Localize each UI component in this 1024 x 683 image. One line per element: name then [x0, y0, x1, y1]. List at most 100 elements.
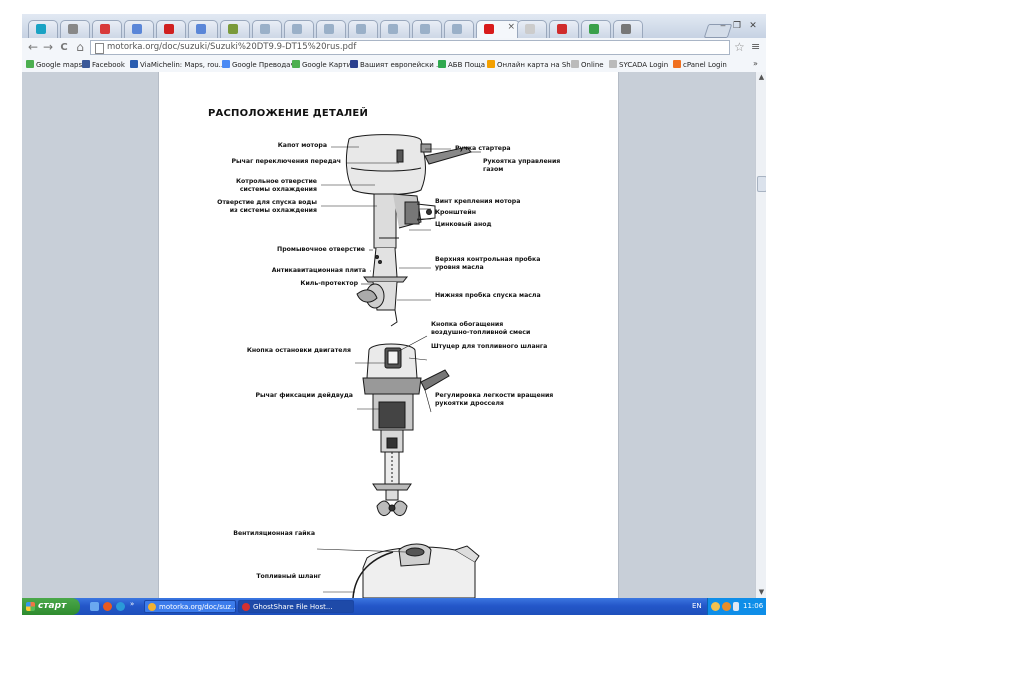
tray-security-icon[interactable] [722, 602, 731, 611]
label-stop-button: Кнопка остановки двигателя [246, 347, 351, 354]
browser-tab-9[interactable] [284, 20, 314, 38]
browser-tab-12[interactable] [380, 20, 410, 38]
bookmark-item[interactable]: Онлайн карта на Shell [487, 60, 579, 69]
tray-network-icon[interactable] [711, 602, 720, 611]
motor-rear-view [362, 343, 450, 516]
tab-favicon-icon [420, 24, 430, 34]
bookmarks-bar: Google maps Facebook ViaMichelin: Maps, ro… [22, 58, 766, 73]
browser-tab-10[interactable] [316, 20, 346, 38]
desktop-screen: × ‒ ❐ ✕ ← → C ⌂ motorka.org/doc/suzuki/Suzu… [22, 14, 766, 615]
language-indicator[interactable]: EN [692, 602, 702, 610]
start-label: старт [38, 601, 67, 611]
bookmark-item[interactable]: cPanel Login [673, 60, 727, 69]
tab-favicon-icon [36, 24, 46, 34]
ghostshare-icon [242, 603, 250, 611]
pdf-page: РАСПОЛОЖЕНИЕ ДЕТАЛЕЙ Капот мотора Рычаг … [158, 72, 619, 598]
bookmark-favicon-icon [350, 60, 358, 68]
browser-tab-2[interactable] [60, 20, 90, 38]
tab-favicon-icon [484, 24, 494, 34]
browser-tab-1[interactable] [28, 20, 58, 38]
tab-close-icon[interactable]: × [507, 22, 515, 32]
tab-favicon-icon [292, 24, 302, 34]
label-hood: Капот мотора [277, 142, 327, 149]
browser-tab-17[interactable] [549, 20, 579, 38]
label-tilt-lock-lever: Рычаг фиксации дейдвуда [255, 392, 353, 399]
tab-favicon-icon [324, 24, 334, 34]
quicklaunch-desktop-icon[interactable] [90, 602, 99, 611]
bookmark-label: ViaMichelin: Maps, rou... [140, 61, 226, 69]
label-cooling-check-hole: Котрольное отверстие системы охлаждения [235, 178, 317, 193]
browser-tab-8[interactable] [252, 20, 282, 38]
label-bracket: Кронштейн [435, 209, 476, 216]
bookmark-item[interactable]: Google Преводач [222, 60, 295, 69]
label-shift-lever: Рычаг переключения передач [231, 158, 341, 165]
browser-tab-11[interactable] [348, 20, 378, 38]
window-minimize-button[interactable]: ‒ [716, 20, 730, 32]
window-close-button[interactable]: ✕ [746, 20, 760, 32]
bookmark-favicon-icon [571, 60, 579, 68]
browser-tab-7[interactable] [220, 20, 250, 38]
bookmark-item[interactable]: Вашият европейски ... [350, 60, 443, 69]
browser-tab-5[interactable] [156, 20, 186, 38]
browser-tab-3[interactable] [92, 20, 122, 38]
scrollbar-thumb[interactable] [757, 176, 766, 192]
tab-strip: × ‒ ❐ ✕ [22, 14, 766, 38]
pdf-viewer: РАСПОЛОЖЕНИЕ ДЕТАЛЕЙ Капот мотора Рычаг … [22, 72, 766, 598]
browser-tab-4[interactable] [124, 20, 154, 38]
bookmarks-more-button[interactable]: » [753, 59, 758, 68]
tab-favicon-icon [621, 24, 631, 34]
scroll-up-icon[interactable]: ▲ [757, 73, 766, 81]
task-ghostshare[interactable]: GhostShare File Host... [238, 600, 354, 613]
label-cooling-drain-hole: Отверстие для спуска воды из системы охл… [217, 199, 317, 214]
label-clamp-screw: Винт крепления мотора [435, 198, 521, 205]
fuel-tank [352, 543, 480, 598]
bookmark-label: Google Карти [302, 61, 352, 69]
browser-tab-15[interactable]: × [476, 20, 520, 38]
bookmark-item[interactable]: Online [571, 60, 604, 69]
start-button[interactable]: старт [22, 598, 80, 615]
reload-button[interactable]: C [57, 42, 71, 53]
browser-tab-19[interactable] [613, 20, 643, 38]
label-throttle-friction: Регулировка легкости вращения рукоятки д… [435, 392, 554, 407]
browser-tab-18[interactable] [581, 20, 611, 38]
bookmark-label: Вашият европейски ... [360, 61, 443, 69]
bookmark-favicon-icon [673, 60, 681, 68]
bookmark-item[interactable]: ViaMichelin: Maps, rou... [130, 60, 225, 69]
quicklaunch-more[interactable]: » [130, 600, 134, 608]
quicklaunch-ie-icon[interactable] [116, 602, 125, 611]
forward-button[interactable]: → [41, 40, 55, 54]
quicklaunch-browser-icon[interactable] [103, 602, 112, 611]
clock[interactable]: 11:06 [743, 602, 763, 610]
label-skeg: Киль-протектор [300, 280, 358, 287]
tab-favicon-icon [557, 24, 567, 34]
tab-favicon-icon [452, 24, 462, 34]
browser-tab-16[interactable] [517, 20, 547, 38]
browser-tab-6[interactable] [188, 20, 218, 38]
vertical-scrollbar[interactable]: ▲ ▼ [755, 72, 766, 598]
back-button[interactable]: ← [26, 40, 40, 54]
home-button[interactable]: ⌂ [73, 40, 87, 54]
label-choke-knob: Кнопка обогащения воздушно-топливной сме… [431, 321, 531, 336]
bookmark-favicon-icon [438, 60, 446, 68]
bookmark-item[interactable]: Google Карти [292, 60, 351, 69]
browser-tab-13[interactable] [412, 20, 442, 38]
system-tray: 11:06 [707, 598, 766, 615]
chrome-icon [148, 603, 156, 611]
tab-favicon-icon [589, 24, 599, 34]
bookmark-label: SYCADA Login [619, 61, 669, 69]
bookmark-item[interactable]: Google maps [26, 60, 82, 69]
bookmark-item[interactable]: Facebook [82, 60, 125, 69]
task-chrome[interactable]: motorka.org/doc/suz... [144, 600, 236, 613]
window-restore-button[interactable]: ❐ [730, 20, 744, 32]
tray-volume-icon[interactable] [733, 602, 739, 611]
menu-icon[interactable]: ≡ [751, 40, 760, 53]
bookmark-item[interactable]: SYCADA Login [609, 60, 668, 69]
windows-logo-icon [26, 602, 35, 611]
label-oil-drain-plug: Нижняя пробка спуска масла [435, 292, 541, 299]
bookmark-star-icon[interactable]: ☆ [734, 40, 745, 54]
address-bar[interactable]: motorka.org/doc/suzuki/Suzuki%20DT9.9-DT… [90, 40, 730, 55]
browser-tab-14[interactable] [444, 20, 474, 38]
bookmark-item[interactable]: АБВ Поща [438, 60, 485, 69]
bookmark-favicon-icon [487, 60, 495, 68]
scroll-down-icon[interactable]: ▼ [757, 588, 766, 596]
